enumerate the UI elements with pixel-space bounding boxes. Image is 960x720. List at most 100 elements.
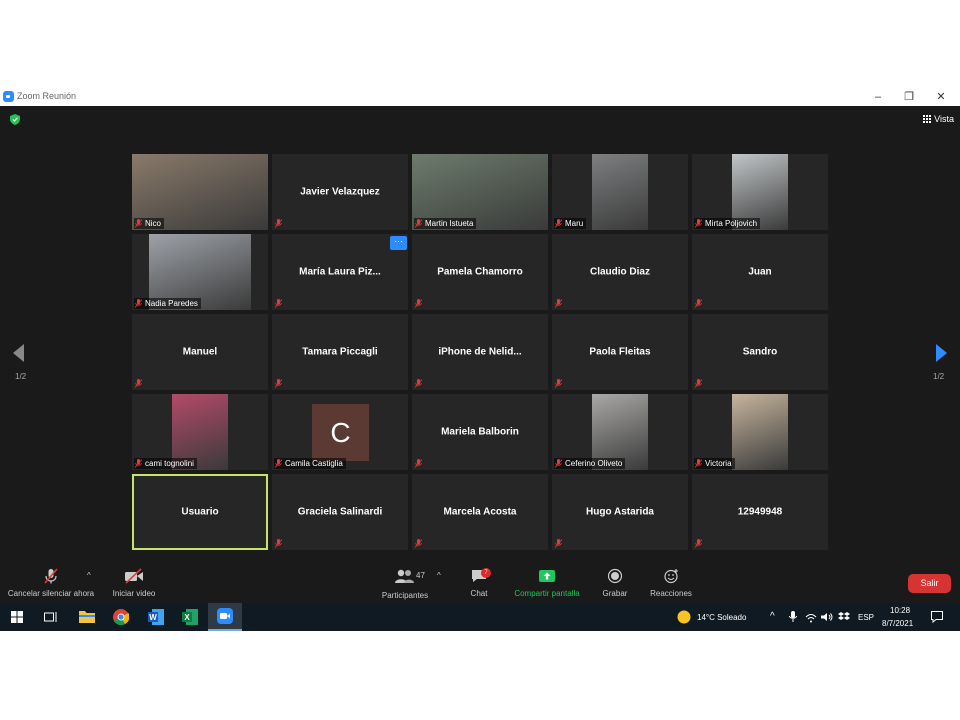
view-label: Vista xyxy=(934,114,954,124)
meeting-toolbar: Cancelar silenciar ahora ^ Iniciar video… xyxy=(0,563,960,603)
participant-name: Pamela Chamorro xyxy=(437,266,523,278)
reactions-smiley-icon xyxy=(664,569,678,584)
volume-icon[interactable] xyxy=(821,612,833,622)
microphone-tray-icon[interactable] xyxy=(789,611,797,623)
participant-tile[interactable]: Usuario xyxy=(132,474,268,550)
windows-logo-icon xyxy=(11,611,23,623)
notifications-icon[interactable] xyxy=(931,611,943,623)
participant-tile[interactable]: 12949948 xyxy=(692,474,828,550)
participant-tile[interactable]: Maru xyxy=(552,154,688,230)
weather-text[interactable]: 14°C Soleado xyxy=(697,613,746,622)
encryption-shield-icon[interactable] xyxy=(10,114,20,125)
word-icon: W xyxy=(148,609,164,625)
window-titlebar: Zoom Reunión – ❐ ✕ xyxy=(0,88,960,106)
participant-tile[interactable]: Mirta Poljovich xyxy=(692,154,828,230)
taskbar-file-explorer[interactable] xyxy=(72,603,102,631)
audio-options-caret-icon[interactable]: ^ xyxy=(87,571,91,580)
taskbar-excel[interactable]: X xyxy=(175,603,205,631)
participant-tile[interactable]: Nico xyxy=(132,154,268,230)
muted-mic-icon xyxy=(135,459,142,468)
participant-tile[interactable]: Paola Fleitas xyxy=(552,314,688,390)
muted-mic-icon xyxy=(275,459,282,468)
participant-name: Mariela Balborin xyxy=(441,426,519,438)
unmute-button[interactable]: Cancelar silenciar ahora xyxy=(6,568,96,598)
clock-time[interactable]: 10:28 xyxy=(890,606,910,615)
muted-mic-icon xyxy=(695,219,702,228)
previous-page-arrow-icon[interactable] xyxy=(13,344,25,362)
unmute-label: Cancelar silenciar ahora xyxy=(7,589,95,598)
participant-tile[interactable]: Hugo Astarida xyxy=(552,474,688,550)
chat-button[interactable]: 7 Chat xyxy=(462,568,496,598)
participant-tile[interactable]: Graciela Salinardi xyxy=(272,474,408,550)
leave-meeting-button[interactable]: Salir xyxy=(908,574,951,593)
muted-mic-icon xyxy=(135,379,142,388)
participant-name: Sandro xyxy=(742,346,778,358)
participant-tile[interactable]: Sandro xyxy=(692,314,828,390)
participant-tile[interactable]: cami tognolini xyxy=(132,394,268,470)
reactions-button[interactable]: Reacciones xyxy=(648,568,694,598)
wifi-icon[interactable] xyxy=(805,613,817,623)
dropbox-icon[interactable] xyxy=(838,612,850,622)
close-icon[interactable]: ✕ xyxy=(931,89,951,105)
zoom-logo-icon xyxy=(3,91,14,102)
participant-tile[interactable]: Ceferino Oliveto xyxy=(552,394,688,470)
taskbar-word[interactable]: W xyxy=(141,603,171,631)
participants-count: 47 xyxy=(416,571,425,580)
participants-label: Participantes xyxy=(381,591,429,600)
participant-tile[interactable]: Tamara Piccagli xyxy=(272,314,408,390)
muted-mic-icon xyxy=(275,299,282,308)
participant-tile[interactable]: Javier Velazquez xyxy=(272,154,408,230)
sun-weather-icon[interactable] xyxy=(677,610,691,624)
share-screen-button[interactable]: Compartir pantalla xyxy=(510,568,584,598)
participant-name-label: Mirta Poljovich xyxy=(694,218,761,229)
participant-tile[interactable]: ··· María Laura Piz... xyxy=(272,234,408,310)
record-button[interactable]: Grabar xyxy=(598,568,632,598)
clock-date[interactable]: 8/7/2021 xyxy=(882,619,913,628)
participant-tile[interactable]: iPhone de Nelid... xyxy=(412,314,548,390)
muted-mic-icon xyxy=(695,459,702,468)
start-button[interactable] xyxy=(0,603,34,631)
tile-more-options-button[interactable]: ··· xyxy=(390,236,407,250)
task-view-button[interactable] xyxy=(36,603,66,631)
muted-mic-icon xyxy=(695,539,702,548)
participant-name-label: Ceferino Oliveto xyxy=(554,458,626,469)
share-screen-icon xyxy=(539,570,555,582)
participant-tile[interactable]: Pamela Chamorro xyxy=(412,234,548,310)
muted-mic-icon xyxy=(695,299,702,308)
participant-tile[interactable]: Manuel xyxy=(132,314,268,390)
svg-text:W: W xyxy=(149,613,157,622)
participant-tile[interactable]: Mariela Balborin xyxy=(412,394,548,470)
muted-mic-icon xyxy=(695,379,702,388)
record-label: Grabar xyxy=(602,589,628,598)
next-page-arrow-icon[interactable] xyxy=(935,344,947,362)
start-video-button[interactable]: Iniciar video xyxy=(108,568,160,598)
participant-name: Usuario xyxy=(181,506,219,518)
participant-name: Claudio Diaz xyxy=(589,266,650,278)
muted-mic-icon xyxy=(555,459,562,468)
view-button[interactable]: Vista xyxy=(923,114,954,124)
chat-unread-badge: 7 xyxy=(481,568,491,578)
participant-tile[interactable]: Martin Istueta xyxy=(412,154,548,230)
muted-mic-icon xyxy=(415,299,422,308)
restore-icon[interactable]: ❐ xyxy=(899,89,919,105)
participant-tile[interactable]: C Camila Castiglia xyxy=(272,394,408,470)
participants-caret-icon[interactable]: ^ xyxy=(437,571,441,580)
participant-tile[interactable]: Claudio Diaz xyxy=(552,234,688,310)
minimize-icon[interactable]: – xyxy=(868,89,888,105)
participant-tile[interactable]: Nadia Paredes xyxy=(132,234,268,310)
input-language[interactable]: ESP xyxy=(858,613,874,622)
participants-icon xyxy=(395,569,414,583)
meeting-area: Vista 1/2 1/2 Nico Javier Velazquez Martin… xyxy=(0,106,960,603)
svg-text:X: X xyxy=(184,613,190,622)
participant-tile[interactable]: Juan xyxy=(692,234,828,310)
muted-mic-icon xyxy=(555,539,562,548)
participant-tile[interactable]: Marcela Acosta xyxy=(412,474,548,550)
share-screen-label: Compartir pantalla xyxy=(514,589,580,598)
taskbar-zoom[interactable] xyxy=(208,603,242,631)
participants-button[interactable]: 47 Participantes xyxy=(378,568,432,600)
participant-tile[interactable]: Victoria xyxy=(692,394,828,470)
page-indicator-left: 1/2 xyxy=(15,372,27,381)
muted-mic-icon xyxy=(275,539,282,548)
taskbar-chrome[interactable] xyxy=(106,603,136,631)
tray-expand-icon[interactable]: ^ xyxy=(770,611,775,622)
